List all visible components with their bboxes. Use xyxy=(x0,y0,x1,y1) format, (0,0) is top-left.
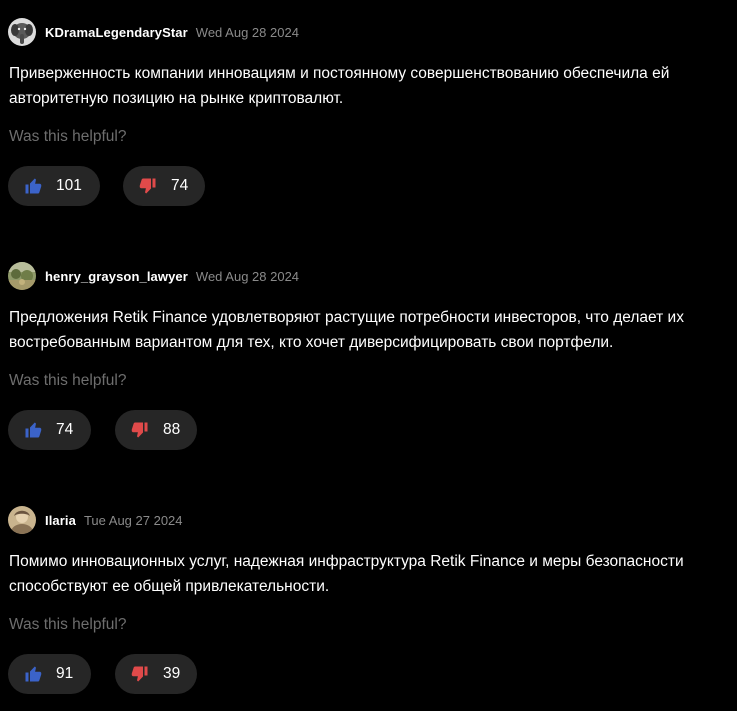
review-text: Приверженность компании инновациям и пос… xyxy=(9,65,670,107)
downvote-button[interactable]: 88 xyxy=(115,410,197,450)
upvote-button[interactable]: 91 xyxy=(8,654,91,694)
thumbs-up-icon xyxy=(24,177,42,195)
thumbs-down-icon xyxy=(131,421,149,439)
username[interactable]: KDramaLegendaryStar xyxy=(45,25,188,40)
review-date: Tue Aug 27 2024 xyxy=(83,512,183,528)
username[interactable]: Ilaria xyxy=(45,513,76,528)
helpful-prompt: Was this helpful? xyxy=(9,372,127,389)
upvote-button[interactable]: 101 xyxy=(8,166,100,206)
upvote-count: 74 xyxy=(56,421,74,438)
thumbs-up-icon xyxy=(24,665,42,683)
elephant-avatar-icon[interactable] xyxy=(8,18,36,46)
thumbs-down-icon xyxy=(131,665,149,683)
upvote-count: 91 xyxy=(56,665,74,682)
upvote-button[interactable]: 74 xyxy=(8,410,91,450)
helpful-prompt: Was this helpful? xyxy=(9,128,127,145)
downvote-count: 88 xyxy=(163,421,181,438)
thumbs-up-icon xyxy=(24,421,42,439)
upvote-count: 101 xyxy=(56,177,82,194)
review-header: KDramaLegendaryStar Wed Aug 28 2024 xyxy=(8,18,299,46)
downvote-button[interactable]: 39 xyxy=(115,654,197,694)
downvote-count: 74 xyxy=(171,177,189,194)
username[interactable]: henry_grayson_lawyer xyxy=(45,269,188,284)
downvote-count: 39 xyxy=(163,665,181,682)
photo-avatar-icon[interactable] xyxy=(8,506,36,534)
downvote-button[interactable]: 74 xyxy=(123,166,205,206)
review-header: henry_grayson_lawyer Wed Aug 28 2024 xyxy=(8,262,299,290)
helpful-prompt: Was this helpful? xyxy=(9,616,127,633)
landscape-avatar-icon[interactable] xyxy=(8,262,36,290)
review-header: Ilaria Tue Aug 27 2024 xyxy=(8,506,183,534)
thumbs-down-icon xyxy=(139,177,157,195)
review-text: Помимо инновационных услуг, надежная инф… xyxy=(9,553,684,595)
review-date: Wed Aug 28 2024 xyxy=(195,24,299,40)
review-date: Wed Aug 28 2024 xyxy=(195,268,300,284)
review-text: Предложения Retik Finance удовлетворяют … xyxy=(9,309,684,351)
